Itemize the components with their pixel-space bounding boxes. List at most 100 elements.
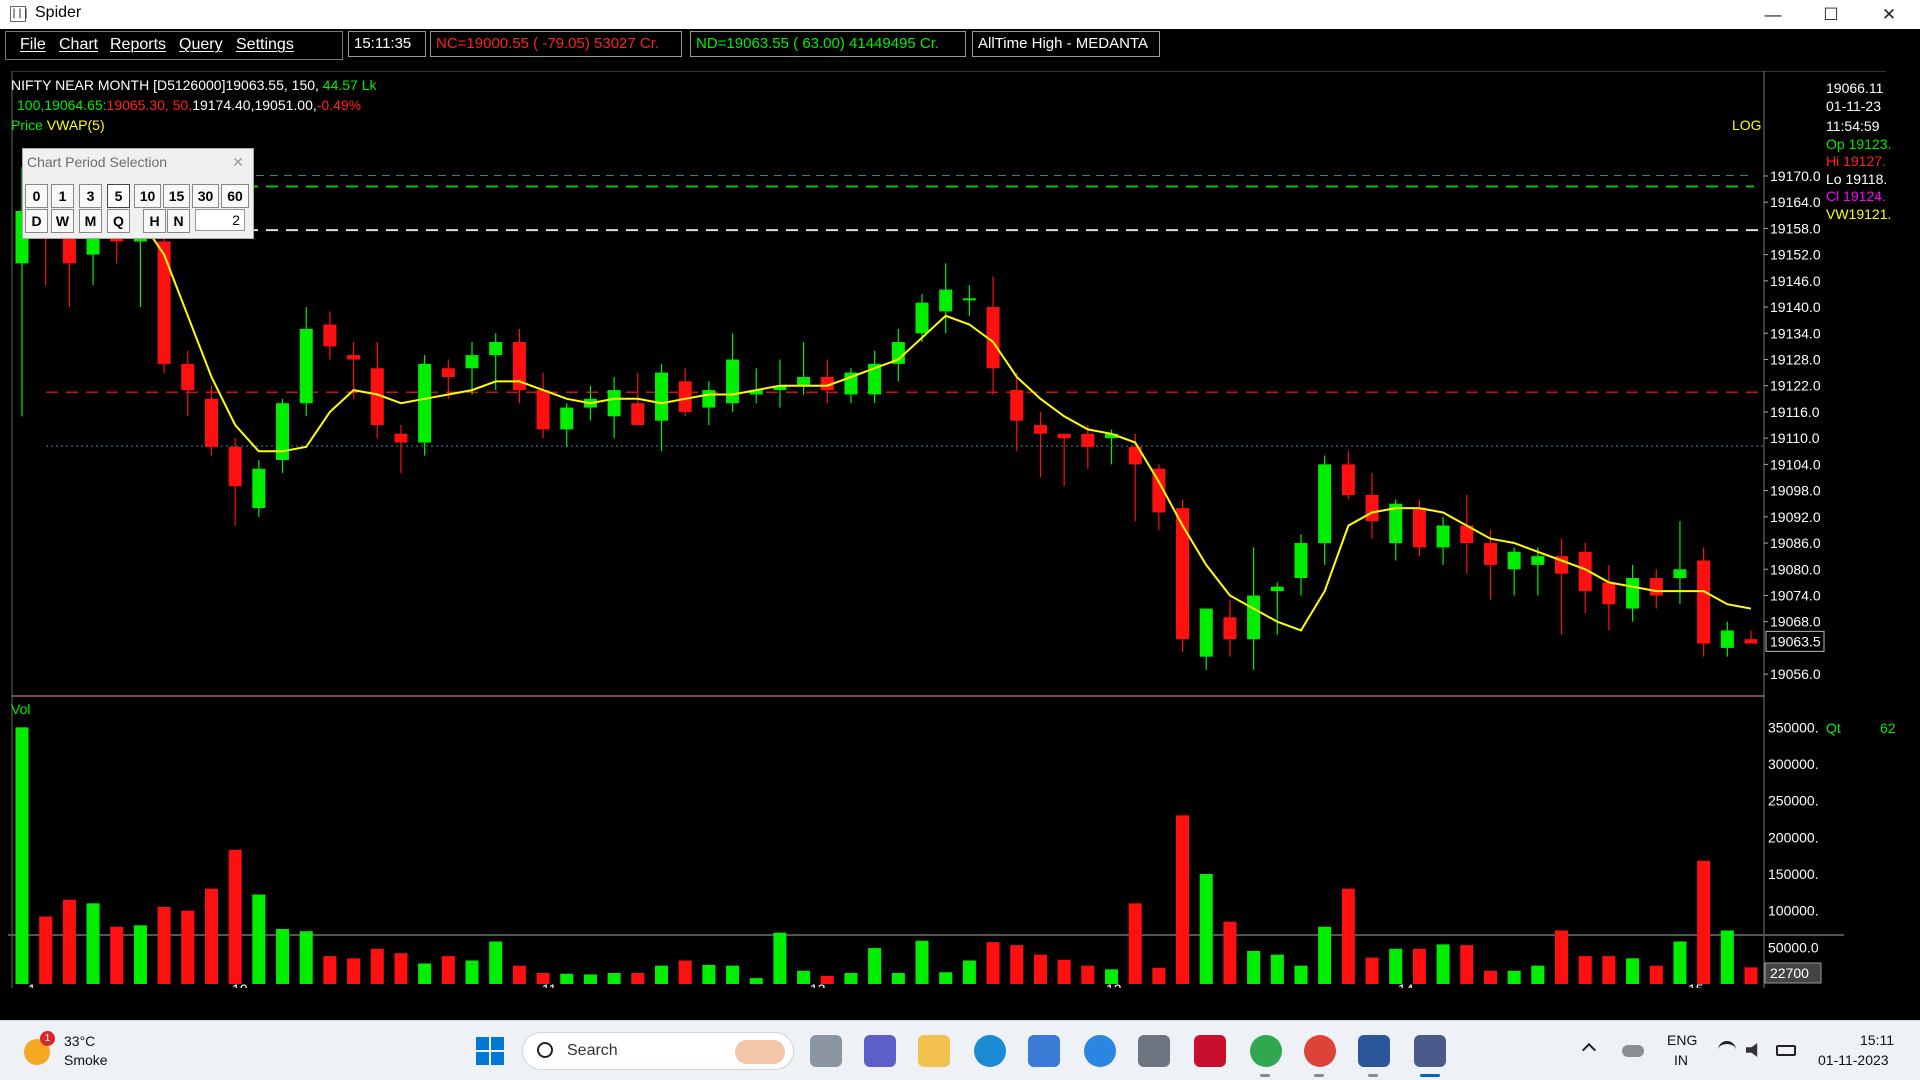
minimize-button[interactable]: — [1744, 0, 1802, 29]
period-btn-n[interactable]: N [167, 209, 190, 233]
candle-body [678, 381, 692, 412]
candle-body [1673, 569, 1687, 579]
info-qty-value: 62 [1880, 720, 1896, 736]
period-btn-d[interactable]: D [25, 209, 48, 233]
onedrive-icon[interactable] [1622, 1045, 1644, 1057]
candle-body [1483, 543, 1497, 565]
volume-bar [157, 907, 171, 984]
period-btn-15[interactable]: 15 [163, 184, 190, 208]
edge-icon[interactable] [974, 1035, 1006, 1067]
candle-body [181, 363, 195, 391]
ticker-nd: ND=19063.55 ( 63.00) 41449495 Cr. [690, 31, 966, 57]
file-explorer-icon[interactable] [918, 1035, 950, 1067]
calculator-icon[interactable] [1138, 1035, 1170, 1067]
volume-bar [347, 958, 361, 984]
teams-icon[interactable] [864, 1035, 896, 1067]
volume-bar [181, 910, 195, 984]
chart-area[interactable]: 19170.0 19164.0 19158.0 19152.0 19146.0 19140… [8, 71, 1886, 988]
volume-bar [276, 929, 290, 984]
volume-bar [1176, 815, 1190, 984]
word-icon[interactable] [1358, 1035, 1390, 1067]
mcafee-icon[interactable] [1194, 1035, 1226, 1067]
period-btn-m[interactable]: M [79, 209, 102, 233]
volume-bar [323, 956, 337, 984]
lang-top[interactable]: ENG [1667, 1032, 1697, 1048]
period-btn-60[interactable]: 60 [221, 184, 249, 208]
weather-widget[interactable]: 1 33°C Smoke [22, 1031, 132, 1071]
search-placeholder: Search [567, 1042, 618, 1059]
period-count-input[interactable]: 2 [195, 209, 245, 231]
candle-body [1720, 630, 1734, 648]
ohlc-part-b: 19065.30, [106, 97, 169, 113]
period-btn-0[interactable]: 0 [25, 184, 48, 208]
close-icon[interactable]: ✕ [228, 153, 248, 173]
candle-body [797, 376, 811, 386]
price-tick-label: 19140.0 [1770, 299, 1821, 315]
chevron-up-icon[interactable] [1581, 1042, 1597, 1058]
period-btn-10[interactable]: 10 [134, 184, 161, 208]
chrome-icon[interactable] [1250, 1035, 1282, 1067]
period-btn-3[interactable]: 3 [79, 184, 102, 208]
help-icon[interactable] [1084, 1035, 1116, 1067]
spider-app-icon[interactable] [1414, 1035, 1446, 1067]
ticker-time: 15:11:35 [348, 31, 426, 57]
volume-bar [1720, 930, 1734, 984]
candle-body [702, 390, 716, 408]
volume-bar [1199, 874, 1213, 984]
chart-period-panel[interactable]: Chart Period Selection ✕ 0 1 3 5 10 15 3… [22, 148, 254, 239]
title-bar: ||| Spider — ☐ ✕ [0, 0, 1920, 29]
candle-body [1223, 617, 1237, 640]
candle-body [1081, 433, 1095, 447]
battery-icon[interactable] [1776, 1045, 1796, 1056]
store-icon[interactable] [1028, 1035, 1060, 1067]
candle-body [347, 355, 361, 360]
clock-time[interactable]: 15:11 [1860, 1032, 1894, 1048]
speaker-muted-icon[interactable] [1746, 1043, 1758, 1057]
wifi-icon[interactable] [1718, 1041, 1736, 1059]
candle-body [1412, 508, 1426, 548]
menu-settings[interactable]: Settings [236, 36, 294, 54]
weather-temp: 33°C [64, 1033, 96, 1049]
clock-date[interactable]: 01-11-2023 [1818, 1052, 1889, 1068]
candle-body [1057, 433, 1071, 439]
volume-bar [1033, 954, 1047, 984]
period-btn-30[interactable]: 30 [192, 184, 219, 208]
lang-bottom[interactable]: IN [1674, 1052, 1688, 1068]
candle-body [1199, 608, 1213, 657]
info-vwap: VW19121. [1826, 206, 1892, 222]
menu-file[interactable]: File [20, 36, 46, 54]
volume-bar [110, 926, 124, 984]
close-button[interactable]: ✕ [1860, 0, 1918, 29]
volume-bar [418, 963, 432, 984]
period-btn-1[interactable]: 1 [51, 184, 74, 208]
chart-last: 19063.55, 150, [225, 77, 319, 93]
bar-chart-icon: ||| [10, 6, 29, 22]
volume-bar [1152, 967, 1166, 984]
period-btn-q[interactable]: Q [107, 209, 130, 233]
volume-bar [394, 953, 408, 984]
chrome-profile-icon[interactable] [1304, 1035, 1336, 1067]
volume-tick-label: 50000.0 [1768, 939, 1819, 955]
volume-bar [133, 925, 147, 984]
volume-label: Vol [11, 701, 31, 717]
time-axis-label: 1 [28, 981, 36, 988]
menu-chart[interactable]: Chart [59, 36, 98, 54]
maximize-button[interactable]: ☐ [1802, 0, 1860, 29]
menu-reports[interactable]: Reports [110, 36, 166, 54]
period-btn-5[interactable]: 5 [107, 184, 130, 208]
current-volume-label: 22700 [1770, 965, 1809, 981]
task-view-icon[interactable] [810, 1035, 842, 1067]
volume-tick-label: 250000. [1768, 793, 1819, 809]
price-tick-label: 19056.0 [1770, 666, 1821, 682]
windows-start-icon[interactable] [474, 1035, 506, 1067]
menu-query[interactable]: Query [179, 36, 223, 54]
period-btn-w[interactable]: W [51, 209, 74, 233]
price-tick-label: 19146.0 [1770, 273, 1821, 289]
taskbar-search-box[interactable]: Search [522, 1032, 794, 1070]
volume-bar [1128, 903, 1142, 984]
volume-bar [726, 965, 740, 984]
volume-bar [465, 960, 479, 984]
vwap-label: VWAP(5) [46, 117, 105, 133]
period-btn-h[interactable]: H [143, 209, 166, 233]
price-volume-chart[interactable]: 19170.0 19164.0 19158.0 19152.0 19146.0 19140… [8, 71, 1886, 988]
